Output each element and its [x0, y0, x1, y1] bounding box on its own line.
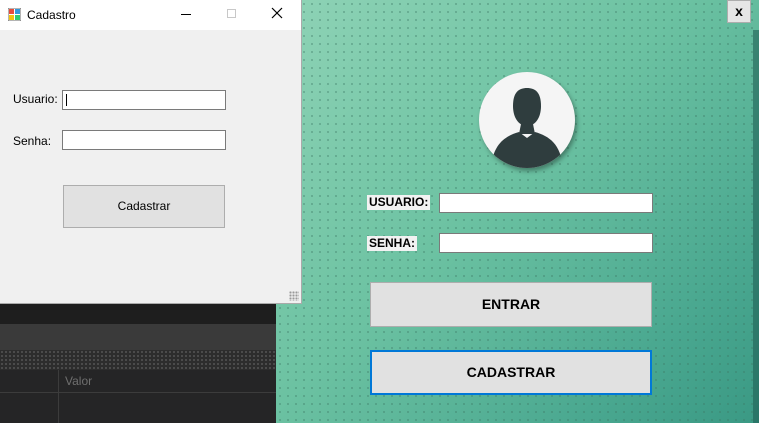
- app-icon: [8, 8, 21, 21]
- grid-column-valor: Valor: [65, 374, 93, 388]
- maximize-icon[interactable]: [227, 9, 236, 18]
- dark-toolbar: [0, 304, 280, 324]
- title-bar[interactable]: Cadastro: [0, 0, 301, 30]
- senha-field[interactable]: [62, 130, 226, 150]
- login-form: x USUARIO: SENHA: ENTRAR CADASTRAR: [276, 0, 759, 423]
- minimize-icon[interactable]: [181, 14, 191, 15]
- properties-grid: Valor: [0, 370, 280, 423]
- cadastro-window: Cadastro Usuario: Senha: Cadastrar: [0, 0, 302, 304]
- usuario-label: Usuario:: [13, 92, 58, 106]
- cadastrar-button[interactable]: CADASTRAR: [370, 350, 652, 395]
- panel-edge: [753, 30, 759, 423]
- dark-tabbar: [0, 324, 280, 350]
- user-avatar-icon: [479, 72, 575, 168]
- close-icon[interactable]: [270, 6, 284, 20]
- senha-label: Senha:: [13, 134, 52, 148]
- usuario-label: USUARIO:: [367, 195, 431, 210]
- usuario-field[interactable]: [62, 90, 226, 110]
- resize-grip-icon[interactable]: [289, 291, 299, 301]
- usuario-input[interactable]: [439, 193, 653, 213]
- senha-label: SENHA:: [367, 236, 418, 251]
- entrar-button[interactable]: ENTRAR: [370, 282, 652, 327]
- close-button[interactable]: x: [727, 0, 751, 23]
- senha-input[interactable]: [439, 233, 653, 253]
- window-title: Cadastro: [27, 8, 76, 22]
- text-caret: [66, 94, 67, 106]
- dark-splitter: [0, 350, 280, 370]
- grid-header: [0, 370, 280, 393]
- cadastrar-button[interactable]: Cadastrar: [63, 185, 225, 228]
- grid-column-divider: [58, 370, 59, 423]
